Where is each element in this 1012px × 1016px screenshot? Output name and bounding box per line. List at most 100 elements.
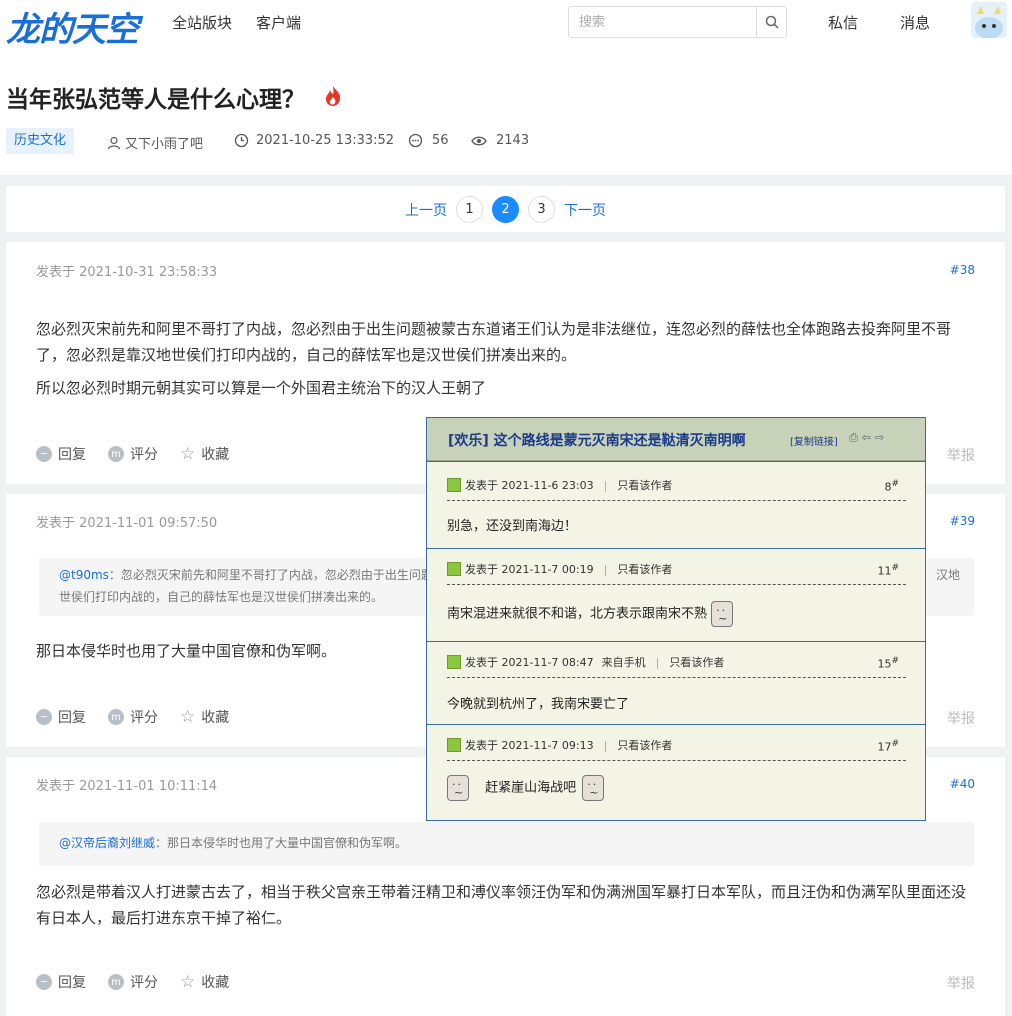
embedded-reply-source: 来自手机 [601,656,646,669]
post-paragraph: 忽必烈是带着汉人打进蒙古去了，相当于秩父宫亲王带着汪精卫和溥仪率领汪伪军和伪满洲… [36,883,967,927]
hash-mark: # [891,563,899,573]
reply-icon: ─ [36,974,52,990]
user-icon [447,562,461,576]
dashed-divider [447,677,906,678]
floor-number[interactable]: #39 [950,514,975,528]
rate-icon: m [108,974,124,990]
eye-icon [471,136,487,145]
embedded-reply-date: 发表于 2021-11-7 08:47 [465,656,594,669]
nav-all-boards[interactable]: 全站版块 [172,12,232,33]
search-box [568,6,787,38]
post-actions: ─ 回复 m 评分 ☆ 收藏 [36,972,229,992]
floor-number[interactable]: #38 [950,263,975,277]
copy-link-text: [复制链接] [790,437,838,448]
category-tag[interactable]: 历史文化 [6,128,75,154]
print-prev-next-icons: ⎙⇦⇨ [849,431,889,444]
embedded-reply: 发表于 2021-11-7 08:47 来自手机 | 只看该作者 15# 今晚就… [427,641,925,724]
rate-label: 评分 [130,710,158,726]
favorite-button[interactable]: ☆ 收藏 [180,972,229,992]
embedded-reply: 发表于 2021-11-6 23:03 | 只看该作者 8# 别急，还没到南海边… [427,461,925,548]
page-1[interactable]: 1 [456,196,483,223]
thread-header: 当年张弘范等人是什么心理？ 历史文化 又下小雨了吧 2021-10-25 13:… [0,60,1012,175]
rate-button[interactable]: m 评分 [108,444,158,464]
separator: | [603,478,608,492]
favorite-button[interactable]: ☆ 收藏 [180,707,229,727]
post-date: 发表于 2021-10-31 23:58:33 [36,265,218,280]
report-link[interactable]: 举报 [947,445,975,465]
user-icon [447,478,461,492]
page-2-current[interactable]: 2 [492,196,519,223]
embedded-thread-header: [欢乐] 这个路线是蒙元灭南宋还是鞑清灭南明啊 [复制链接] ⎙⇦⇨ [427,418,925,461]
embedded-reply-text: 南宋混进来就很不和谐，北方表示跟南宋不熟 [447,601,734,627]
quote-text: ：那日本侵华时也用了大量中国官僚和伪军啊。 [155,836,408,850]
embedded-floor: 17# [877,739,899,754]
rate-button[interactable]: m 评分 [108,707,158,727]
reply-button[interactable]: ─ 回复 [36,707,86,727]
only-author-text: 只看该作者 [617,563,673,576]
page-title: 当年张弘范等人是什么心理？ [6,87,305,113]
reply-button[interactable]: ─ 回复 [36,972,86,992]
star-icon: ☆ [180,972,196,992]
quote-text: ：忽必烈灭宋前先和阿里不哥打了内战，忽必烈由于出生问题 [108,568,433,582]
nav-client[interactable]: 客户端 [256,12,301,33]
thread-author[interactable]: 又下小雨了吧 [107,133,203,152]
comment-icon [408,133,423,148]
separator: | [603,562,608,576]
report-link[interactable]: 举报 [947,708,975,728]
search-button[interactable] [756,7,786,37]
star-icon: ☆ [180,444,196,464]
favorite-label: 收藏 [201,975,230,991]
embedded-reply-info: 发表于 2021-11-7 09:13 | 只看该作者 [447,737,672,753]
favorite-button[interactable]: ☆ 收藏 [180,444,229,464]
next-page-link[interactable]: 下一页 [564,200,606,220]
embedded-reply-text: 今晚就到杭州了，我南宋要亡了 [447,697,630,712]
dashed-divider [447,500,906,501]
top-nav: 龙的天空 全站版块 客户端 私信 消息 [0,0,1012,60]
reply-button[interactable]: ─ 回复 [36,444,86,464]
page-3[interactable]: 3 [528,196,555,223]
nav-private-messages[interactable]: 私信 [828,12,858,33]
thread-datetime: 2021-10-25 13:33:52 [234,133,394,148]
quote-text-tail: 汉地 [935,568,960,582]
separator: | [603,738,608,752]
quote-user[interactable]: @t90ms [59,568,109,582]
thread-views: 2143 [471,133,529,148]
post-paragraph: 所以忽必烈时期元朝其实可以算是一个外国君主统治下的汉人王朝了 [36,379,487,397]
search-input[interactable] [569,7,757,37]
embedded-reply-date: 发表于 2021-11-7 00:19 [465,563,594,576]
embedded-reply-info: 发表于 2021-11-6 23:03 | 只看该作者 [447,477,672,493]
only-author-text: 只看该作者 [617,739,673,752]
hash-mark: # [891,739,899,749]
prev-page-link[interactable]: 上一页 [405,200,447,220]
embedded-reply-text: 别急，还没到南海边！ [447,519,578,534]
user-icon [447,655,461,669]
rate-button[interactable]: m 评分 [108,972,158,992]
reply-icon: ─ [36,446,52,462]
only-author-text: 只看该作者 [669,656,725,669]
report-link[interactable]: 举报 [947,973,975,993]
user-icon [447,738,461,752]
embedded-floor: 15# [877,656,899,671]
embedded-reply-text: 赶紧崖山海战吧 [447,775,605,801]
embedded-reply: 发表于 2021-11-7 00:19 | 只看该作者 11# 南宋混进来就很不… [427,548,925,641]
embedded-reply: 发表于 2021-11-7 09:13 | 只看该作者 17# 赶紧崖山海战吧 [427,724,925,820]
embedded-reply-date: 发表于 2021-11-7 09:13 [465,739,594,752]
avatar[interactable] [971,2,1007,38]
site-logo[interactable]: 龙的天空 [6,2,139,51]
floor-number[interactable]: #40 [950,777,975,791]
quote-user[interactable]: @汉帝后裔刘继威 [59,836,155,850]
nav-notifications[interactable]: 消息 [900,12,930,33]
user-icon [107,136,121,149]
fire-icon [326,86,341,106]
thread-replies: 56 [408,133,449,148]
emoticon-face [582,775,605,801]
rate-label: 评分 [130,447,158,463]
view-count: 2143 [496,133,530,148]
rate-icon: m [108,709,124,725]
favorite-label: 收藏 [201,710,230,726]
emoticon-face [447,775,469,801]
star-icon: ☆ [180,707,196,727]
reply-icon: ─ [36,709,52,725]
post-actions: ─ 回复 m 评分 ☆ 收藏 [36,444,229,464]
pagination: 上一页 1 2 3 下一页 [6,186,1005,232]
